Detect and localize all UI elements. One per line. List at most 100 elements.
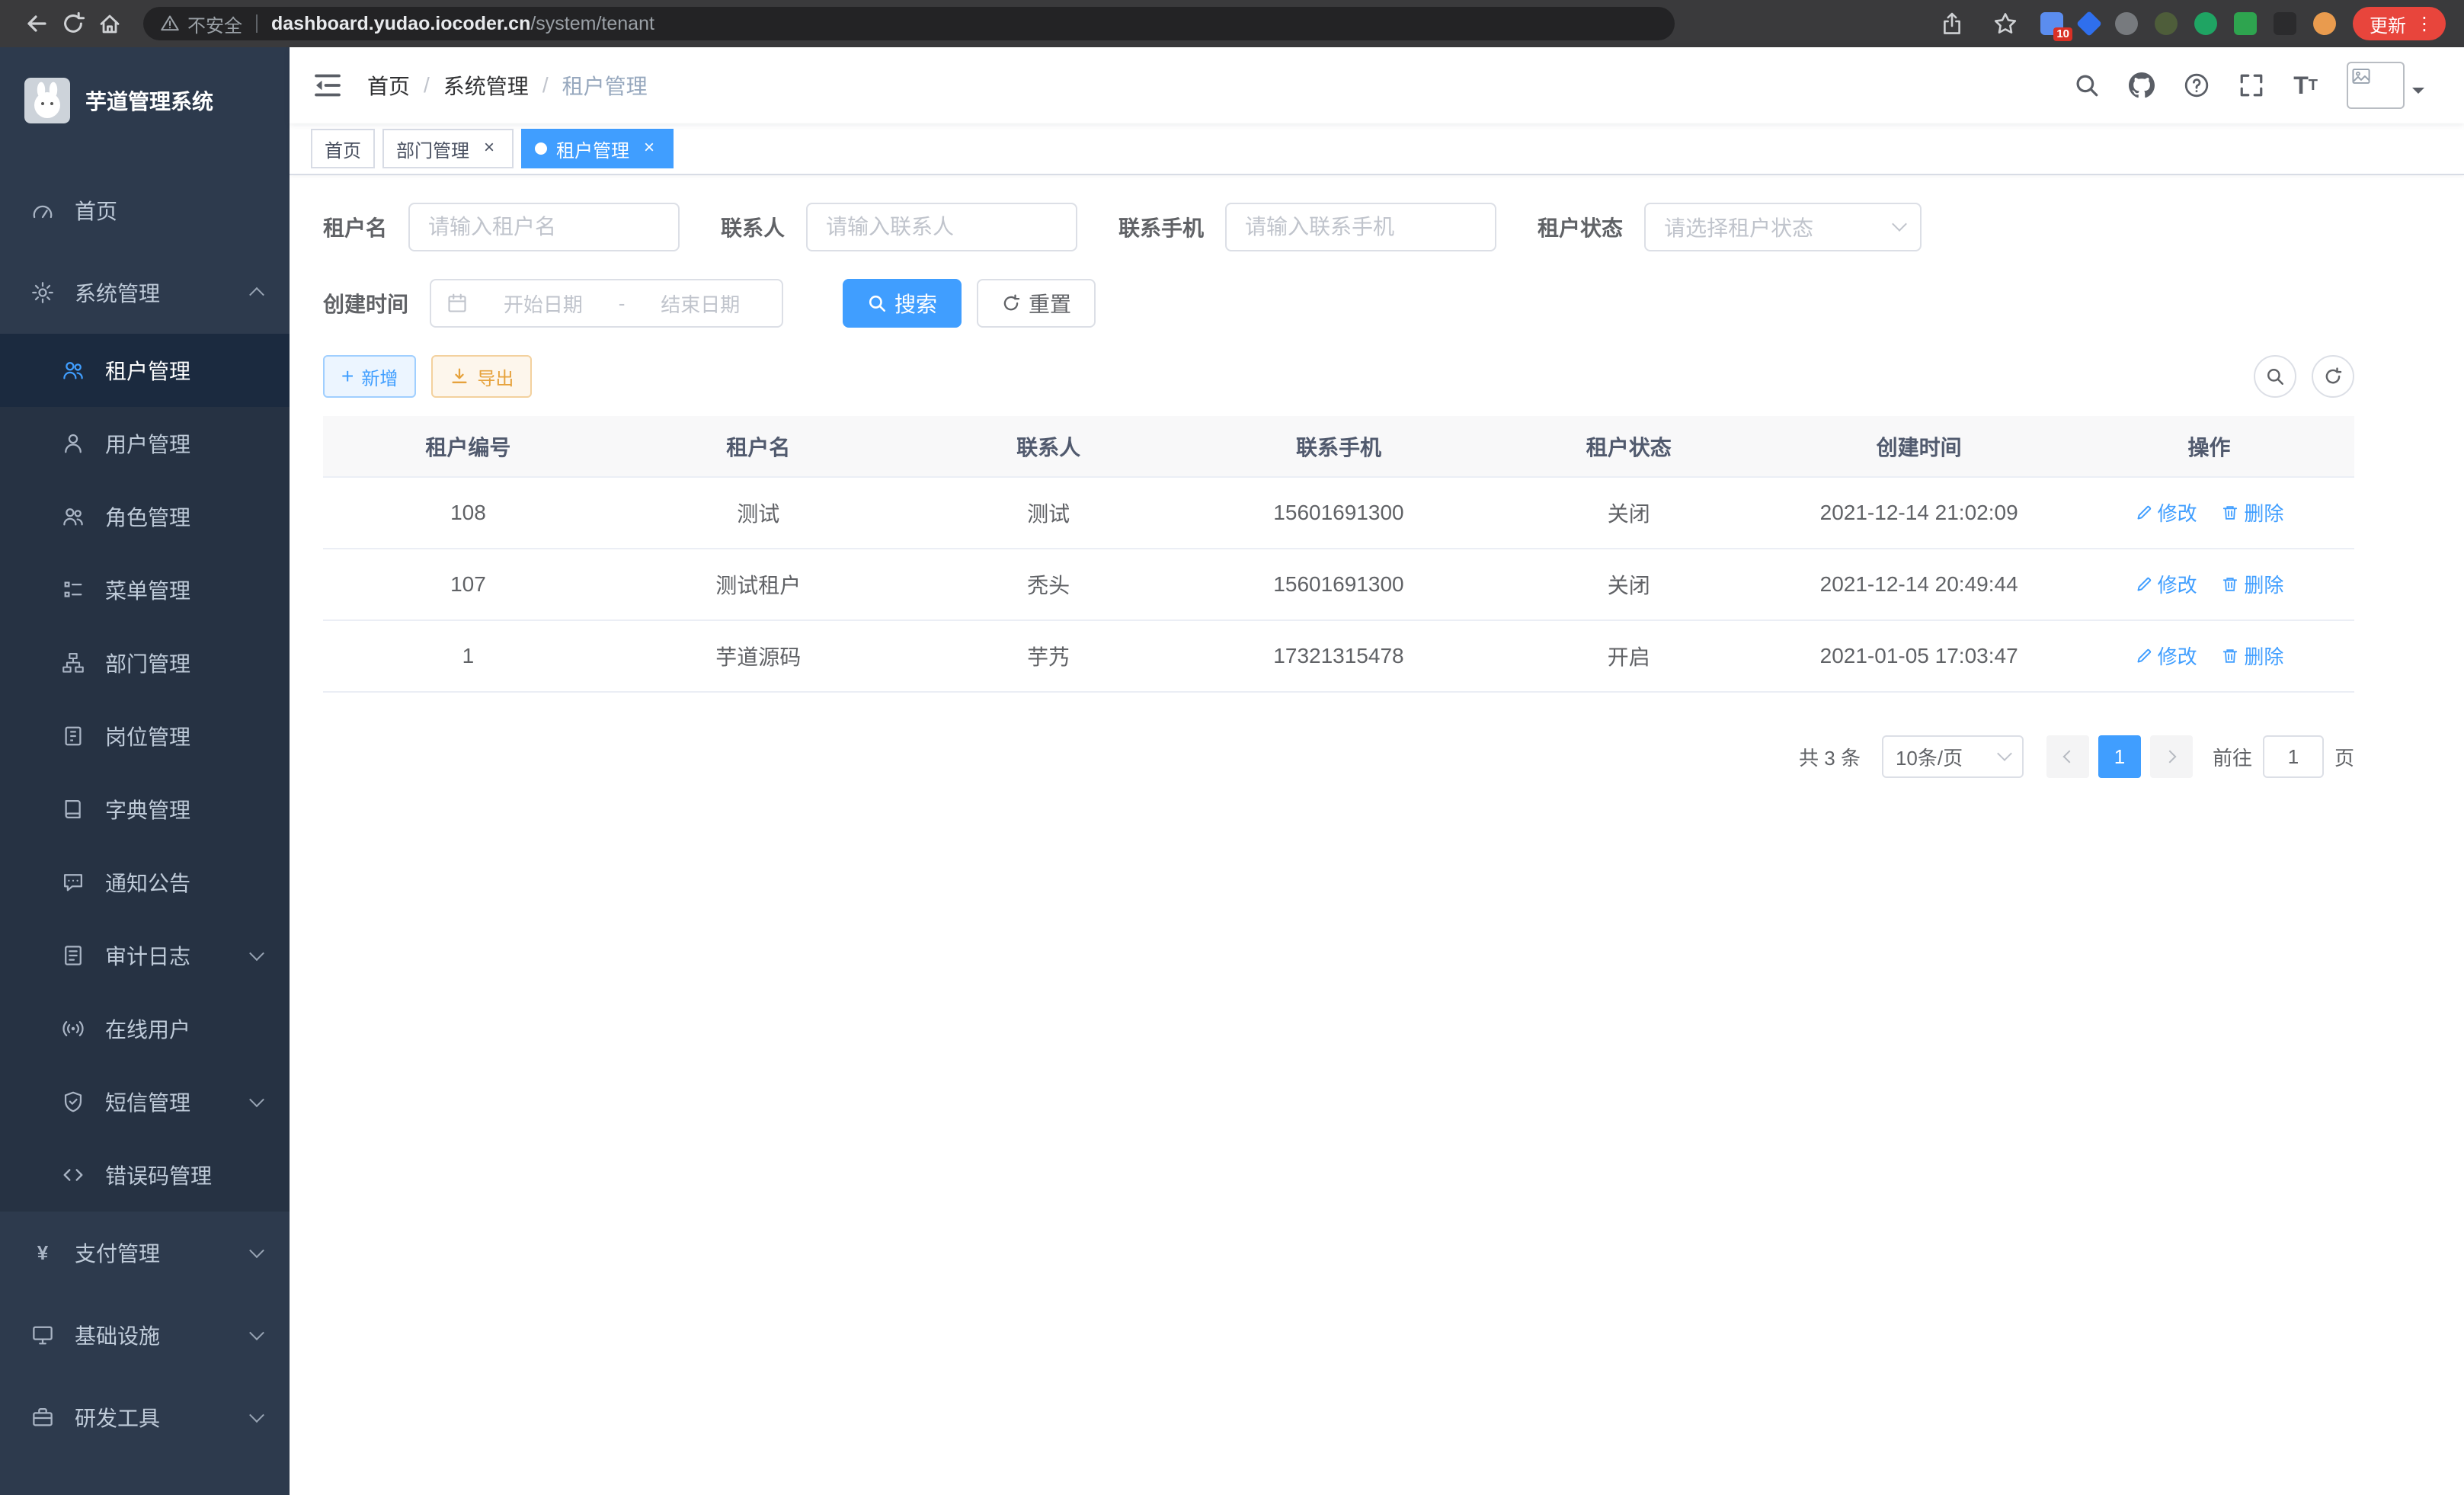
- extension-icon[interactable]: [2274, 12, 2296, 35]
- create-time-label: 创建时间: [323, 288, 408, 319]
- extension-icon[interactable]: 10: [2040, 12, 2063, 35]
- tenant-name-input[interactable]: [408, 203, 680, 251]
- sidebar-item-pay[interactable]: ¥ 支付管理: [0, 1212, 290, 1294]
- extension-icon[interactable]: [2155, 12, 2178, 35]
- bookmark-star-icon[interactable]: [1987, 5, 2024, 42]
- avatar[interactable]: [2347, 62, 2405, 109]
- sidebar-item-dict[interactable]: 字典管理: [0, 773, 290, 846]
- chevron-left-icon: [2062, 751, 2075, 764]
- sidebar-item-label: 岗位管理: [105, 721, 190, 751]
- add-button[interactable]: + 新增: [323, 355, 416, 398]
- sidebar-item-user[interactable]: 用户管理: [0, 407, 290, 480]
- filter-contact: 联系人: [721, 203, 1077, 251]
- cell-contact: 芋艿: [904, 620, 1194, 692]
- reset-button[interactable]: 重置: [977, 279, 1096, 328]
- breadcrumb-current: 租户管理: [562, 70, 648, 101]
- search-button[interactable]: 搜索: [843, 279, 962, 328]
- create-time-range-picker[interactable]: 开始日期 - 结束日期: [430, 279, 783, 328]
- address-bar[interactable]: 不安全 dashboard.yudao.iocoder.cn/system/te…: [143, 7, 1675, 40]
- prev-page-button[interactable]: [2046, 735, 2089, 778]
- fullscreen-icon[interactable]: [2238, 72, 2264, 98]
- url-host: dashboard.yudao.iocoder.cn: [271, 13, 530, 34]
- log-document-icon: [61, 943, 85, 968]
- sidebar-menu: 首页 系统管理 租户管理 用户管理 角色管理: [0, 154, 290, 1495]
- delete-link[interactable]: 删除: [2221, 498, 2283, 527]
- extension-icon[interactable]: [2076, 11, 2102, 37]
- browser-reload-icon[interactable]: [55, 5, 91, 42]
- sidebar-item-notice[interactable]: 通知公告: [0, 846, 290, 919]
- browser-home-icon[interactable]: [91, 5, 128, 42]
- close-icon[interactable]: ×: [478, 138, 500, 159]
- page-number-1[interactable]: 1: [2098, 735, 2141, 778]
- help-icon[interactable]: [2184, 72, 2210, 98]
- sidebar-item-audit-log[interactable]: 审计日志: [0, 919, 290, 992]
- security-label: 不安全: [187, 11, 242, 37]
- extension-icon[interactable]: [2115, 12, 2138, 35]
- tab-label: 部门管理: [396, 136, 469, 162]
- toggle-search-button[interactable]: [2254, 355, 2296, 398]
- cell-tenant-name: 测试租户: [613, 549, 904, 620]
- sidebar-item-post[interactable]: 岗位管理: [0, 699, 290, 773]
- cell-actions: 修改 删除: [2064, 620, 2354, 692]
- sidebar-item-label: 首页: [75, 195, 117, 226]
- status-label: 租户状态: [1538, 212, 1623, 242]
- mobile-input[interactable]: [1225, 203, 1496, 251]
- browser-update-button[interactable]: 更新 ⋮: [2353, 7, 2446, 40]
- sidebar-item-tenant[interactable]: 租户管理: [0, 334, 290, 407]
- font-size-icon[interactable]: TT: [2293, 73, 2318, 98]
- breadcrumb-system[interactable]: 系统管理: [443, 70, 529, 101]
- extension-icon[interactable]: [2194, 12, 2217, 35]
- page: 不安全 dashboard.yudao.iocoder.cn/system/te…: [0, 0, 2464, 1495]
- sidebar-item-home[interactable]: 首页: [0, 169, 290, 251]
- hamburger-icon[interactable]: [312, 70, 343, 101]
- pagination: 共 3 条 10条/页 1 前往 页: [323, 735, 2354, 778]
- sidebar-item-menu[interactable]: 菜单管理: [0, 553, 290, 626]
- edit-link[interactable]: 修改: [2135, 642, 2197, 670]
- extension-icon[interactable]: [2234, 12, 2257, 35]
- sidebar-item-error-code[interactable]: 错误码管理: [0, 1138, 290, 1212]
- chevron-right-icon: [2163, 751, 2176, 764]
- tab-tenant[interactable]: 租户管理 ×: [521, 129, 674, 168]
- goto-page-input[interactable]: [2263, 735, 2324, 778]
- extension-icon[interactable]: [2313, 12, 2336, 35]
- export-button[interactable]: 导出: [431, 355, 532, 398]
- next-page-button[interactable]: [2150, 735, 2193, 778]
- github-icon[interactable]: [2129, 72, 2155, 98]
- browser-menu-icon[interactable]: ⋮: [2415, 13, 2434, 35]
- share-icon[interactable]: [1934, 5, 1970, 42]
- close-icon[interactable]: ×: [638, 138, 660, 159]
- tab-home[interactable]: 首页: [311, 129, 375, 168]
- sidebar-item-online-user[interactable]: 在线用户: [0, 992, 290, 1065]
- sidebar-logo[interactable]: 芋道管理系统: [0, 47, 290, 154]
- sidebar-item-infra[interactable]: 基础设施: [0, 1294, 290, 1376]
- refresh-button[interactable]: [2312, 355, 2354, 398]
- breadcrumb-separator: /: [424, 73, 430, 98]
- mobile-label: 联系手机: [1118, 212, 1204, 242]
- delete-link[interactable]: 删除: [2221, 570, 2283, 598]
- avatar-menu[interactable]: [2347, 62, 2424, 109]
- browser-chrome: 不安全 dashboard.yudao.iocoder.cn/system/te…: [0, 0, 2464, 47]
- app-title: 芋道管理系统: [85, 85, 213, 116]
- sidebar-item-dev-tools[interactable]: 研发工具: [0, 1376, 290, 1458]
- contact-input[interactable]: [806, 203, 1077, 251]
- navbar-actions: TT: [2074, 62, 2424, 109]
- edit-link[interactable]: 修改: [2135, 570, 2197, 598]
- roles-icon: [61, 504, 85, 529]
- org-tree-icon: [61, 651, 85, 675]
- delete-link[interactable]: 删除: [2221, 642, 2283, 670]
- sidebar-item-label: 菜单管理: [105, 575, 190, 605]
- browser-back-icon[interactable]: [18, 5, 55, 42]
- sidebar-item-role[interactable]: 角色管理: [0, 480, 290, 553]
- tab-dept[interactable]: 部门管理 ×: [382, 129, 514, 168]
- sidebar-item-label: 审计日志: [105, 940, 190, 971]
- breadcrumb-home[interactable]: 首页: [367, 70, 410, 101]
- tenant-status-select[interactable]: 请选择租户状态: [1644, 203, 1922, 251]
- page-size-select[interactable]: 10条/页: [1882, 735, 2024, 778]
- sidebar-item-system[interactable]: 系统管理: [0, 251, 290, 334]
- sidebar-item-dept[interactable]: 部门管理: [0, 626, 290, 699]
- content: 租户名 联系人 联系手机 租户状态 请选择租户状态: [290, 175, 2464, 1495]
- edit-link[interactable]: 修改: [2135, 498, 2197, 527]
- start-date-placeholder: 开始日期: [477, 290, 610, 318]
- search-icon[interactable]: [2074, 72, 2100, 98]
- sidebar-item-sms[interactable]: 短信管理: [0, 1065, 290, 1138]
